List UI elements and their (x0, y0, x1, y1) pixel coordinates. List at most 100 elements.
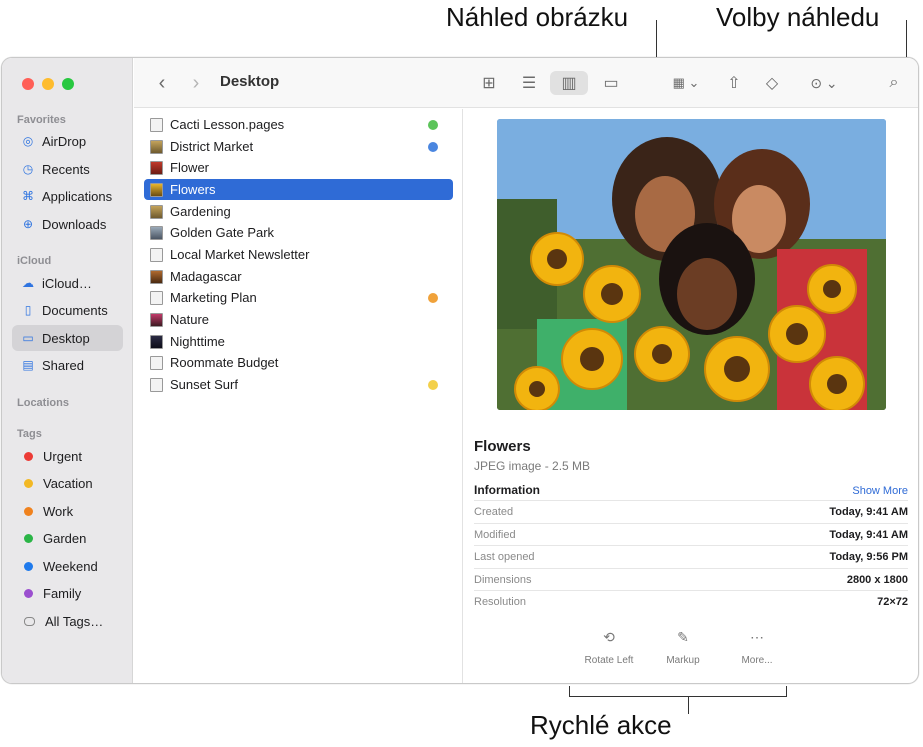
image-file-icon (150, 160, 163, 175)
sidebar-item-label: iCloud… (42, 275, 92, 291)
search-button[interactable]: ⌕ (882, 71, 906, 95)
file-row[interactable]: Madagascar (144, 266, 453, 287)
info-row-modified: Modified Today, 9:41 AM (474, 523, 908, 545)
sidebar-item-label: Garden (43, 530, 87, 546)
sidebar-tag-urgent[interactable]: Urgent (12, 443, 123, 469)
blue-tag-dot (428, 141, 438, 152)
sidebar-item-documents[interactable]: ▯ Documents (12, 297, 123, 323)
tags-button[interactable]: ◇ (760, 71, 784, 95)
sidebar-item-recents[interactable]: ◷ Recents (12, 156, 123, 182)
file-row[interactable]: Roommate Budget (144, 352, 453, 373)
minimize-button[interactable] (42, 78, 54, 90)
close-button[interactable] (22, 78, 34, 90)
action-menu-button[interactable]: ⊙ ⌄ (804, 71, 844, 95)
sidebar-item-label: Downloads (42, 216, 107, 232)
bracket-bottom (569, 696, 787, 697)
document-file-icon (150, 247, 163, 262)
file-row[interactable]: Marketing Plan (144, 287, 453, 308)
file-row[interactable]: Nature (144, 309, 453, 330)
action-label: More... (741, 655, 773, 666)
callout-image-preview: Náhled obrázku (446, 2, 629, 32)
info-value: 2800 x 1800 (846, 573, 908, 586)
tags-header: Tags (17, 428, 42, 440)
locations-header: Locations (17, 397, 69, 409)
markup-button[interactable]: ✎ Markup (648, 629, 718, 666)
action-label: Markup (666, 655, 700, 666)
chevron-left-icon: ‹ (158, 71, 166, 94)
group-button[interactable]: ▦ ⌄ (666, 71, 706, 95)
clock-icon: ◷ (22, 162, 34, 176)
image-preview (497, 119, 886, 410)
file-row[interactable]: Cacti Lesson.pages (144, 114, 453, 135)
preview-file-kind: JPEG image - 2.5 MB (474, 459, 591, 473)
file-name: Nature (170, 312, 210, 327)
finder-window: Favorites ◎ AirDrop ◷ Recents ⌘ Application… (1, 57, 919, 684)
gallery-view-button[interactable]: ▭ (596, 71, 626, 95)
group-icon: ▦ ⌄ (672, 75, 700, 90)
file-row[interactable]: Nighttime (144, 331, 453, 352)
sidebar-tag-weekend[interactable]: Weekend (12, 553, 123, 579)
list-view-button[interactable]: ☰ (517, 71, 541, 95)
preview-pane: Flowers JPEG image - 2.5 MB Information … (464, 109, 918, 683)
sidebar-all-tags[interactable]: All Tags… (12, 608, 123, 634)
file-row[interactable]: Flower (144, 157, 453, 178)
image-file-icon (150, 225, 163, 240)
info-row-dimensions: Dimensions 2800 x 1800 (474, 568, 908, 590)
file-row[interactable]: District Market (144, 136, 453, 157)
document-file-icon (150, 290, 163, 305)
columns-icon: ▥ (561, 75, 577, 92)
sidebar-item-shared[interactable]: ▤ Shared (12, 352, 123, 378)
back-button[interactable]: ‹ (152, 71, 172, 95)
sidebar-tag-vacation[interactable]: Vacation (12, 470, 123, 496)
info-key: Created (474, 505, 514, 518)
file-row[interactable]: Sunset Surf (144, 374, 453, 395)
sidebar-item-label: Weekend (43, 558, 98, 574)
grid-icon: ⊞ (482, 75, 496, 92)
rotate-left-button[interactable]: ⟲ Rotate Left (574, 629, 644, 666)
sidebar-item-icloud-drive[interactable]: ☁ iCloud… (12, 270, 123, 296)
sidebar-item-downloads[interactable]: ⊕ Downloads (12, 211, 123, 237)
gallery-icon: ▭ (603, 75, 619, 92)
sidebar-item-label: Desktop (42, 330, 90, 346)
callout-preview-options: Volby náhledu (716, 2, 880, 32)
info-key: Resolution (474, 595, 526, 608)
download-icon: ⊕ (22, 217, 34, 231)
sidebar-item-label: Recents (42, 161, 90, 177)
action-label: Rotate Left (584, 655, 634, 666)
share-button[interactable]: ⇧ (722, 71, 746, 95)
sidebar-tag-garden[interactable]: Garden (12, 525, 123, 551)
sidebar-tag-family[interactable]: Family (12, 580, 123, 606)
image-file-icon (150, 334, 163, 349)
icon-view-button[interactable]: ⊞ (477, 71, 501, 95)
list-icon: ☰ (521, 75, 537, 92)
window-title: Desktop (220, 73, 280, 90)
bracket-stem (688, 696, 689, 714)
info-row-resolution: Resolution 72×72 (474, 590, 908, 612)
search-icon: ⌕ (889, 74, 899, 91)
info-row-created: Created Today, 9:41 AM (474, 500, 908, 522)
sidebar-item-desktop[interactable]: ▭ Desktop (12, 325, 123, 351)
file-row-selected[interactable]: Flowers (144, 179, 453, 200)
info-key: Dimensions (474, 573, 532, 586)
rotate-left-icon: ⟲ (603, 629, 615, 645)
sidebar-tag-work[interactable]: Work (12, 498, 123, 524)
file-name: Gardening (170, 204, 231, 219)
callout-quick-actions: Rychlé akce (530, 710, 672, 740)
file-row[interactable]: Local Market Newsletter (144, 244, 453, 265)
sidebar: Favorites ◎ AirDrop ◷ Recents ⌘ Application… (2, 58, 133, 683)
show-more-link[interactable]: Show More (852, 485, 908, 497)
bracket-left (569, 686, 570, 696)
sidebar-item-applications[interactable]: ⌘ Applications (12, 183, 123, 209)
zoom-button[interactable] (62, 78, 74, 90)
column-view-button[interactable]: ▥ (550, 71, 588, 95)
file-name: Golden Gate Park (170, 225, 275, 240)
toolbar: ‹ › Desktop ⊞ ☰ ▥ ▭ ▦ ⌄ ⇧ ◇ ⊙ ⌄ ⌕ (134, 58, 918, 108)
markup-icon: ✎ (677, 629, 689, 645)
forward-button[interactable]: › (186, 71, 206, 95)
more-actions-button[interactable]: ⋯ More... (722, 629, 792, 666)
file-row[interactable]: Gardening (144, 201, 453, 222)
cloud-icon: ☁ (22, 276, 34, 290)
file-name: Sunset Surf (170, 377, 238, 392)
sidebar-item-airdrop[interactable]: ◎ AirDrop (12, 128, 123, 154)
file-row[interactable]: Golden Gate Park (144, 222, 453, 243)
